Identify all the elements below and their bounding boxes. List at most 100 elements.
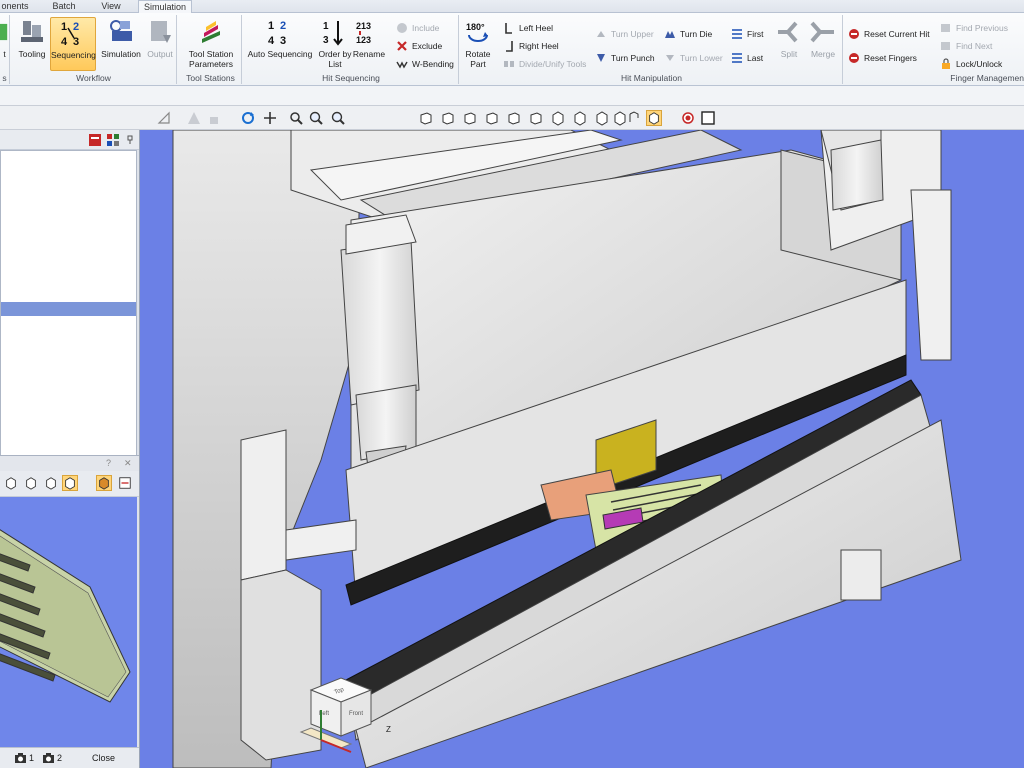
preview-view-2-icon[interactable] [24, 476, 38, 490]
split-icon [778, 21, 798, 43]
order-by-list-button[interactable]: 13 Order by List [318, 17, 352, 69]
ribbon-group-hit-sequencing: 1243 Auto Sequencing 13 Order by List 21… [244, 15, 459, 84]
stop-icon[interactable] [700, 110, 716, 126]
view-custom-icon[interactable] [626, 110, 642, 126]
view-iso2-icon[interactable] [572, 110, 588, 126]
find-previous-button[interactable]: Find Previous [940, 21, 1008, 35]
preview-view-1-icon[interactable] [4, 476, 18, 490]
tooling-button[interactable]: Tooling [15, 17, 49, 59]
view-bottom-icon[interactable] [550, 110, 566, 126]
simulation-button[interactable]: Simulation [99, 17, 143, 59]
record-icon[interactable] [680, 110, 696, 126]
turn-upper-button[interactable]: Turn Upper [595, 27, 654, 41]
preview-box-icon[interactable] [96, 475, 112, 491]
zoom-extents-icon[interactable] [330, 110, 346, 126]
view-front-icon[interactable] [440, 110, 456, 126]
preview-view-current-icon[interactable] [62, 475, 78, 491]
lock-icon [942, 58, 950, 69]
pin-icon[interactable] [126, 135, 134, 145]
zoom-in-icon[interactable] [308, 110, 324, 126]
merge-icon [810, 21, 834, 43]
turn-lower-button[interactable]: Turn Lower [664, 51, 723, 65]
preview-export-icon[interactable] [118, 476, 132, 490]
close-button[interactable]: Close [92, 753, 115, 763]
merge-button[interactable]: Merge [807, 17, 839, 59]
warning-icon[interactable] [186, 110, 202, 126]
3d-viewport[interactable]: Top Left Front Z [141, 130, 1024, 768]
quick-access-bar [0, 86, 1024, 106]
reset-current-hit-button[interactable]: Reset Current Hit [848, 27, 930, 41]
turn-die-icon [665, 31, 675, 38]
view-iso3-icon[interactable] [594, 110, 610, 126]
divide-unify-tools-button[interactable]: Divide/Unify Tools [503, 57, 586, 71]
rename-button[interactable]: 213 123 Rename [352, 17, 386, 59]
right-heel-icon [506, 41, 513, 52]
w-bending-button[interactable]: W-Bending [396, 57, 454, 71]
selected-list-item[interactable] [1, 302, 136, 316]
order-list-icon: 13 [323, 21, 343, 46]
split-button[interactable]: Split [774, 17, 804, 59]
pan-icon[interactable] [262, 110, 278, 126]
view-top-icon[interactable] [528, 110, 544, 126]
partial-button[interactable]: t [0, 17, 9, 59]
lock-view-icon[interactable] [206, 110, 222, 126]
tool-station-parameters-button[interactable]: Tool Station Parameters [182, 17, 240, 69]
svg-text:180°: 180° [466, 22, 485, 32]
partial-icon [0, 23, 8, 41]
lock-unlock-button[interactable]: Lock/Unlock [940, 57, 1002, 71]
view-back-icon[interactable] [462, 110, 478, 126]
svg-text:1: 1 [61, 21, 67, 33]
group-label-hit-sequencing: Hit Sequencing [322, 73, 380, 83]
view-navigation-cube[interactable]: Top Left Front Z [291, 670, 411, 760]
auto-sequencing-button[interactable]: 1243 Auto Sequencing [246, 17, 314, 59]
part-preview-viewport[interactable] [0, 497, 137, 747]
tab-view[interactable]: View [96, 0, 126, 13]
ribbon-group-finger-management: Reset Current Hit Reset Fingers Find Pre… [845, 15, 1024, 84]
camera-2-icon[interactable] [42, 752, 55, 764]
ribbon-group-workflow: Tooling 1243 Sequencing Simulation Outpu… [11, 15, 177, 84]
exclude-icon [397, 41, 407, 51]
rename-icon: 213123 [356, 21, 371, 45]
svg-text:2: 2 [73, 21, 79, 33]
zoom-window-icon[interactable] [288, 110, 304, 126]
camera-1-icon[interactable] [14, 752, 27, 764]
preview-toolbar [0, 471, 139, 497]
last-icon [732, 53, 742, 63]
view-left-icon[interactable] [484, 110, 500, 126]
grid-view-icon[interactable] [106, 133, 120, 147]
measure-icon[interactable] [156, 110, 172, 126]
preview-view-3-icon[interactable] [44, 476, 58, 490]
view-current-icon[interactable] [646, 110, 662, 126]
output-button[interactable]: Output [144, 17, 176, 59]
turn-die-button[interactable]: Turn Die [664, 27, 712, 41]
turn-lower-icon [666, 55, 674, 61]
last-button[interactable]: Last [731, 51, 763, 65]
rotate-view-icon[interactable] [240, 110, 256, 126]
sequencing-button[interactable]: 1243 Sequencing [50, 17, 96, 71]
reset-fingers-button[interactable]: Reset Fingers [848, 51, 917, 65]
list-view-icon[interactable] [88, 133, 102, 147]
view-iso-icon[interactable] [418, 110, 434, 126]
first-button[interactable]: First [731, 27, 764, 41]
application-window: onents Batch View Simulation t s Tooling… [0, 0, 1024, 768]
exclude-button[interactable]: Exclude [396, 39, 442, 53]
svg-text:4: 4 [61, 36, 68, 48]
close-pane-button[interactable]: ✕ [124, 458, 132, 469]
ribbon-group-hit-manipulation: 180° Rotate Part Left Heel Right Heel Di… [461, 15, 843, 84]
sequencing-icon: 1 24 3 [61, 21, 79, 48]
group-label-hit-manipulation: Hit Manipulation [621, 73, 682, 83]
help-button[interactable]: ? [106, 458, 111, 468]
ribbon: t s Tooling 1243 Sequencing Simulation O… [0, 13, 1024, 86]
left-heel-button[interactable]: Left Heel [503, 21, 553, 35]
rotate-part-button[interactable]: 180° Rotate Part [463, 17, 493, 69]
include-button[interactable]: Include [396, 21, 439, 35]
turn-punch-button[interactable]: Turn Punch [595, 51, 655, 65]
right-heel-button[interactable]: Right Heel [503, 39, 559, 53]
tab-simulation[interactable]: Simulation [138, 0, 192, 14]
w-bending-icon [396, 61, 408, 69]
view-right-icon[interactable] [506, 110, 522, 126]
tab-components[interactable]: onents [0, 0, 30, 13]
find-next-button[interactable]: Find Next [940, 39, 992, 53]
view-toolbar [0, 106, 1024, 130]
tab-batch[interactable]: Batch [46, 0, 82, 13]
